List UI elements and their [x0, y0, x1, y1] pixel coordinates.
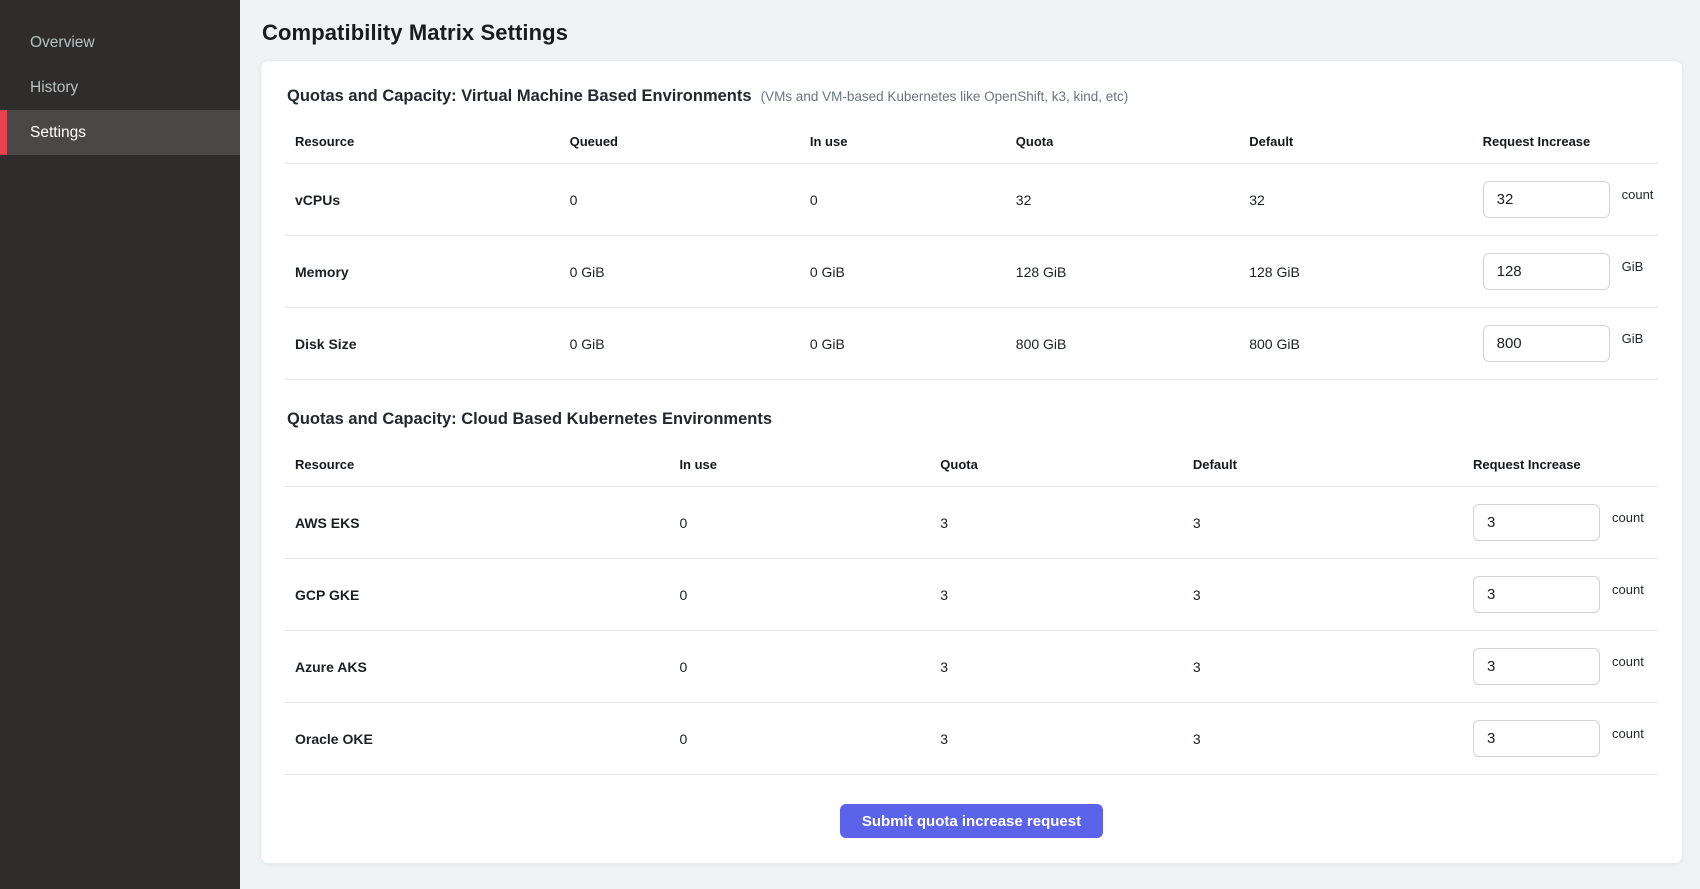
unit-label: GiB: [1622, 259, 1644, 274]
default-value: 3: [1183, 515, 1463, 531]
vm-col-default: Default: [1239, 134, 1472, 149]
resource-name: Disk Size: [285, 336, 560, 352]
aws-eks-request-input[interactable]: [1473, 504, 1600, 541]
k8s-col-default: Default: [1183, 457, 1463, 472]
table-row-vcpus: vCPUs 0 0 32 32 count: [285, 164, 1658, 236]
request-increase-cell: count: [1463, 576, 1658, 613]
k8s-col-request-increase: Request Increase: [1463, 457, 1658, 472]
disk-size-request-input[interactable]: [1483, 325, 1610, 362]
k8s-col-quota: Quota: [930, 457, 1183, 472]
quota-value: 128 GiB: [1006, 264, 1239, 280]
vcpus-request-input[interactable]: [1483, 181, 1610, 218]
oracle-oke-request-input[interactable]: [1473, 720, 1600, 757]
k8s-col-in-use: In use: [669, 457, 930, 472]
in-use-value: 0 GiB: [800, 264, 1006, 280]
request-increase-cell: count: [1473, 181, 1658, 218]
submit-quota-increase-button[interactable]: Submit quota increase request: [840, 804, 1103, 838]
settings-card: Quotas and Capacity: Virtual Machine Bas…: [260, 60, 1683, 864]
table-row-azure-aks: Azure AKS 0 3 3 count: [285, 631, 1658, 703]
vm-quota-table: Resource Queued In use Quota Default Req…: [285, 120, 1658, 380]
vm-col-request-increase: Request Increase: [1473, 134, 1658, 149]
in-use-value: 0: [800, 192, 1006, 208]
unit-label: count: [1612, 726, 1644, 741]
queued-value: 0: [560, 192, 800, 208]
quota-value: 3: [930, 587, 1183, 603]
table-row-memory: Memory 0 GiB 0 GiB 128 GiB 128 GiB GiB: [285, 236, 1658, 308]
in-use-value: 0: [669, 731, 930, 747]
in-use-value: 0: [669, 515, 930, 531]
resource-name: AWS EKS: [285, 515, 669, 531]
sidebar-item-settings[interactable]: Settings: [0, 110, 240, 155]
k8s-col-resource: Resource: [285, 457, 669, 472]
vm-col-quota: Quota: [1006, 134, 1239, 149]
unit-label: count: [1612, 582, 1644, 597]
sidebar: Overview History Settings: [0, 0, 240, 889]
vm-section-subtitle: (VMs and VM-based Kubernetes like OpenSh…: [761, 89, 1129, 104]
default-value: 32: [1239, 192, 1472, 208]
unit-label: count: [1612, 654, 1644, 669]
default-value: 800 GiB: [1239, 336, 1472, 352]
vm-table-header-row: Resource Queued In use Quota Default Req…: [285, 120, 1658, 164]
sidebar-item-overview[interactable]: Overview: [0, 20, 240, 65]
azure-aks-request-input[interactable]: [1473, 648, 1600, 685]
main-content: Compatibility Matrix Settings Quotas and…: [240, 0, 1700, 889]
quota-value: 32: [1006, 192, 1239, 208]
memory-request-input[interactable]: [1483, 253, 1610, 290]
default-value: 3: [1183, 587, 1463, 603]
k8s-table-header-row: Resource In use Quota Default Request In…: [285, 443, 1658, 487]
unit-label: count: [1622, 187, 1654, 202]
default-value: 3: [1183, 731, 1463, 747]
resource-name: GCP GKE: [285, 587, 669, 603]
vm-section-title: Quotas and Capacity: Virtual Machine Bas…: [287, 87, 752, 106]
quota-value: 3: [930, 659, 1183, 675]
page-title: Compatibility Matrix Settings: [262, 20, 1683, 46]
quota-value: 3: [930, 731, 1183, 747]
default-value: 128 GiB: [1239, 264, 1472, 280]
k8s-section-title: Quotas and Capacity: Cloud Based Kuberne…: [287, 410, 772, 429]
resource-name: Memory: [285, 264, 560, 280]
table-row-oracle-oke: Oracle OKE 0 3 3 count: [285, 703, 1658, 775]
request-increase-cell: count: [1463, 504, 1658, 541]
gcp-gke-request-input[interactable]: [1473, 576, 1600, 613]
quota-value: 3: [930, 515, 1183, 531]
resource-name: vCPUs: [285, 192, 560, 208]
table-row-aws-eks: AWS EKS 0 3 3 count: [285, 487, 1658, 559]
queued-value: 0 GiB: [560, 264, 800, 280]
unit-label: GiB: [1622, 331, 1644, 346]
request-increase-cell: GiB: [1473, 253, 1658, 290]
queued-value: 0 GiB: [560, 336, 800, 352]
table-row-disk-size: Disk Size 0 GiB 0 GiB 800 GiB 800 GiB Gi…: [285, 308, 1658, 380]
submit-button-row: Submit quota increase request: [285, 804, 1658, 838]
in-use-value: 0 GiB: [800, 336, 1006, 352]
resource-name: Oracle OKE: [285, 731, 669, 747]
vm-section-heading: Quotas and Capacity: Virtual Machine Bas…: [287, 87, 1658, 106]
in-use-value: 0: [669, 659, 930, 675]
in-use-value: 0: [669, 587, 930, 603]
unit-label: count: [1612, 510, 1644, 525]
resource-name: Azure AKS: [285, 659, 669, 675]
k8s-quota-table: Resource In use Quota Default Request In…: [285, 443, 1658, 775]
sidebar-item-history[interactable]: History: [0, 65, 240, 110]
request-increase-cell: count: [1463, 648, 1658, 685]
default-value: 3: [1183, 659, 1463, 675]
table-row-gcp-gke: GCP GKE 0 3 3 count: [285, 559, 1658, 631]
k8s-section-heading: Quotas and Capacity: Cloud Based Kuberne…: [287, 410, 1658, 429]
vm-col-resource: Resource: [285, 134, 560, 149]
quota-value: 800 GiB: [1006, 336, 1239, 352]
request-increase-cell: count: [1463, 720, 1658, 757]
vm-col-queued: Queued: [560, 134, 800, 149]
vm-col-in-use: In use: [800, 134, 1006, 149]
request-increase-cell: GiB: [1473, 325, 1658, 362]
